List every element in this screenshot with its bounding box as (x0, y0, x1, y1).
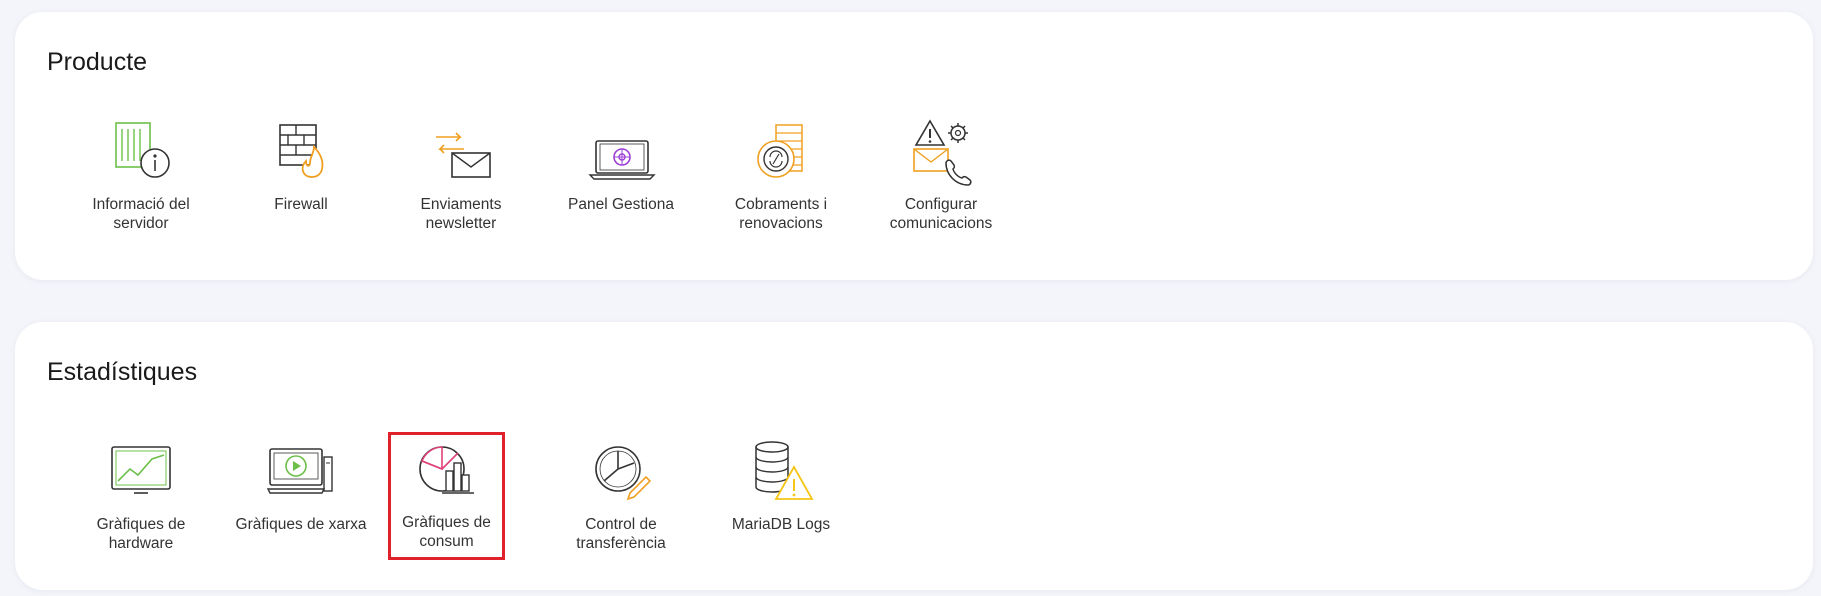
section-estadistiques: Estadístiques Gràfiques de hardware Gràf… (15, 322, 1813, 590)
tile-communications[interactable]: Configurar comunicacions (866, 112, 1016, 242)
panel-laptop-icon (588, 140, 656, 180)
tile-firewall[interactable]: Firewall (226, 112, 376, 242)
tile-label: Firewall (274, 196, 328, 213)
hardware-chart-icon (111, 446, 171, 494)
page: Producte Informació del servidor Firewal… (0, 0, 1821, 596)
tile-label: MariaDB Logs (731, 516, 831, 533)
tile-panel-gestiona[interactable]: Panel Gestiona (546, 112, 696, 242)
tile-newsletter[interactable]: Enviaments newsletter (386, 112, 536, 242)
firewall-icon (279, 124, 324, 178)
communications-settings-icon (913, 119, 972, 186)
tile-label: Informació del servidor (92, 196, 190, 232)
transfer-control-icon (595, 446, 652, 501)
tile-label: Cobraments i renovacions (734, 196, 828, 232)
billing-icon (757, 124, 803, 178)
tile-transfer-control[interactable]: Control de transferència (546, 432, 696, 562)
database-warning-icon (755, 441, 814, 500)
tile-label: Configurar comunicacions (889, 196, 993, 232)
consumption-chart-icon (418, 446, 474, 494)
section-title: Producte (47, 48, 148, 76)
tile-consumption-charts[interactable]: Gràfiques de consum (388, 432, 505, 560)
tile-label: Enviaments newsletter (420, 196, 502, 232)
tile-mariadb-logs[interactable]: MariaDB Logs (706, 432, 856, 562)
tile-hardware-charts[interactable]: Gràfiques de hardware (66, 432, 216, 562)
tile-label: Gràfiques de consum (402, 514, 491, 550)
section-producte: Producte Informació del servidor Firewal… (15, 12, 1813, 280)
network-chart-icon (266, 448, 333, 494)
section-title: Estadístiques (47, 358, 198, 386)
server-info-icon (115, 122, 170, 178)
tile-label: Control de transferència (576, 516, 666, 552)
tile-label: Panel Gestiona (568, 196, 674, 213)
tile-billing[interactable]: Cobraments i renovacions (706, 112, 856, 242)
tile-label: Gràfiques de xarxa (235, 516, 367, 533)
newsletter-icon (436, 132, 491, 178)
tile-server-info[interactable]: Informació del servidor (66, 112, 216, 242)
tile-network-charts[interactable]: Gràfiques de xarxa (226, 432, 376, 562)
tile-label: Gràfiques de hardware (96, 516, 186, 552)
